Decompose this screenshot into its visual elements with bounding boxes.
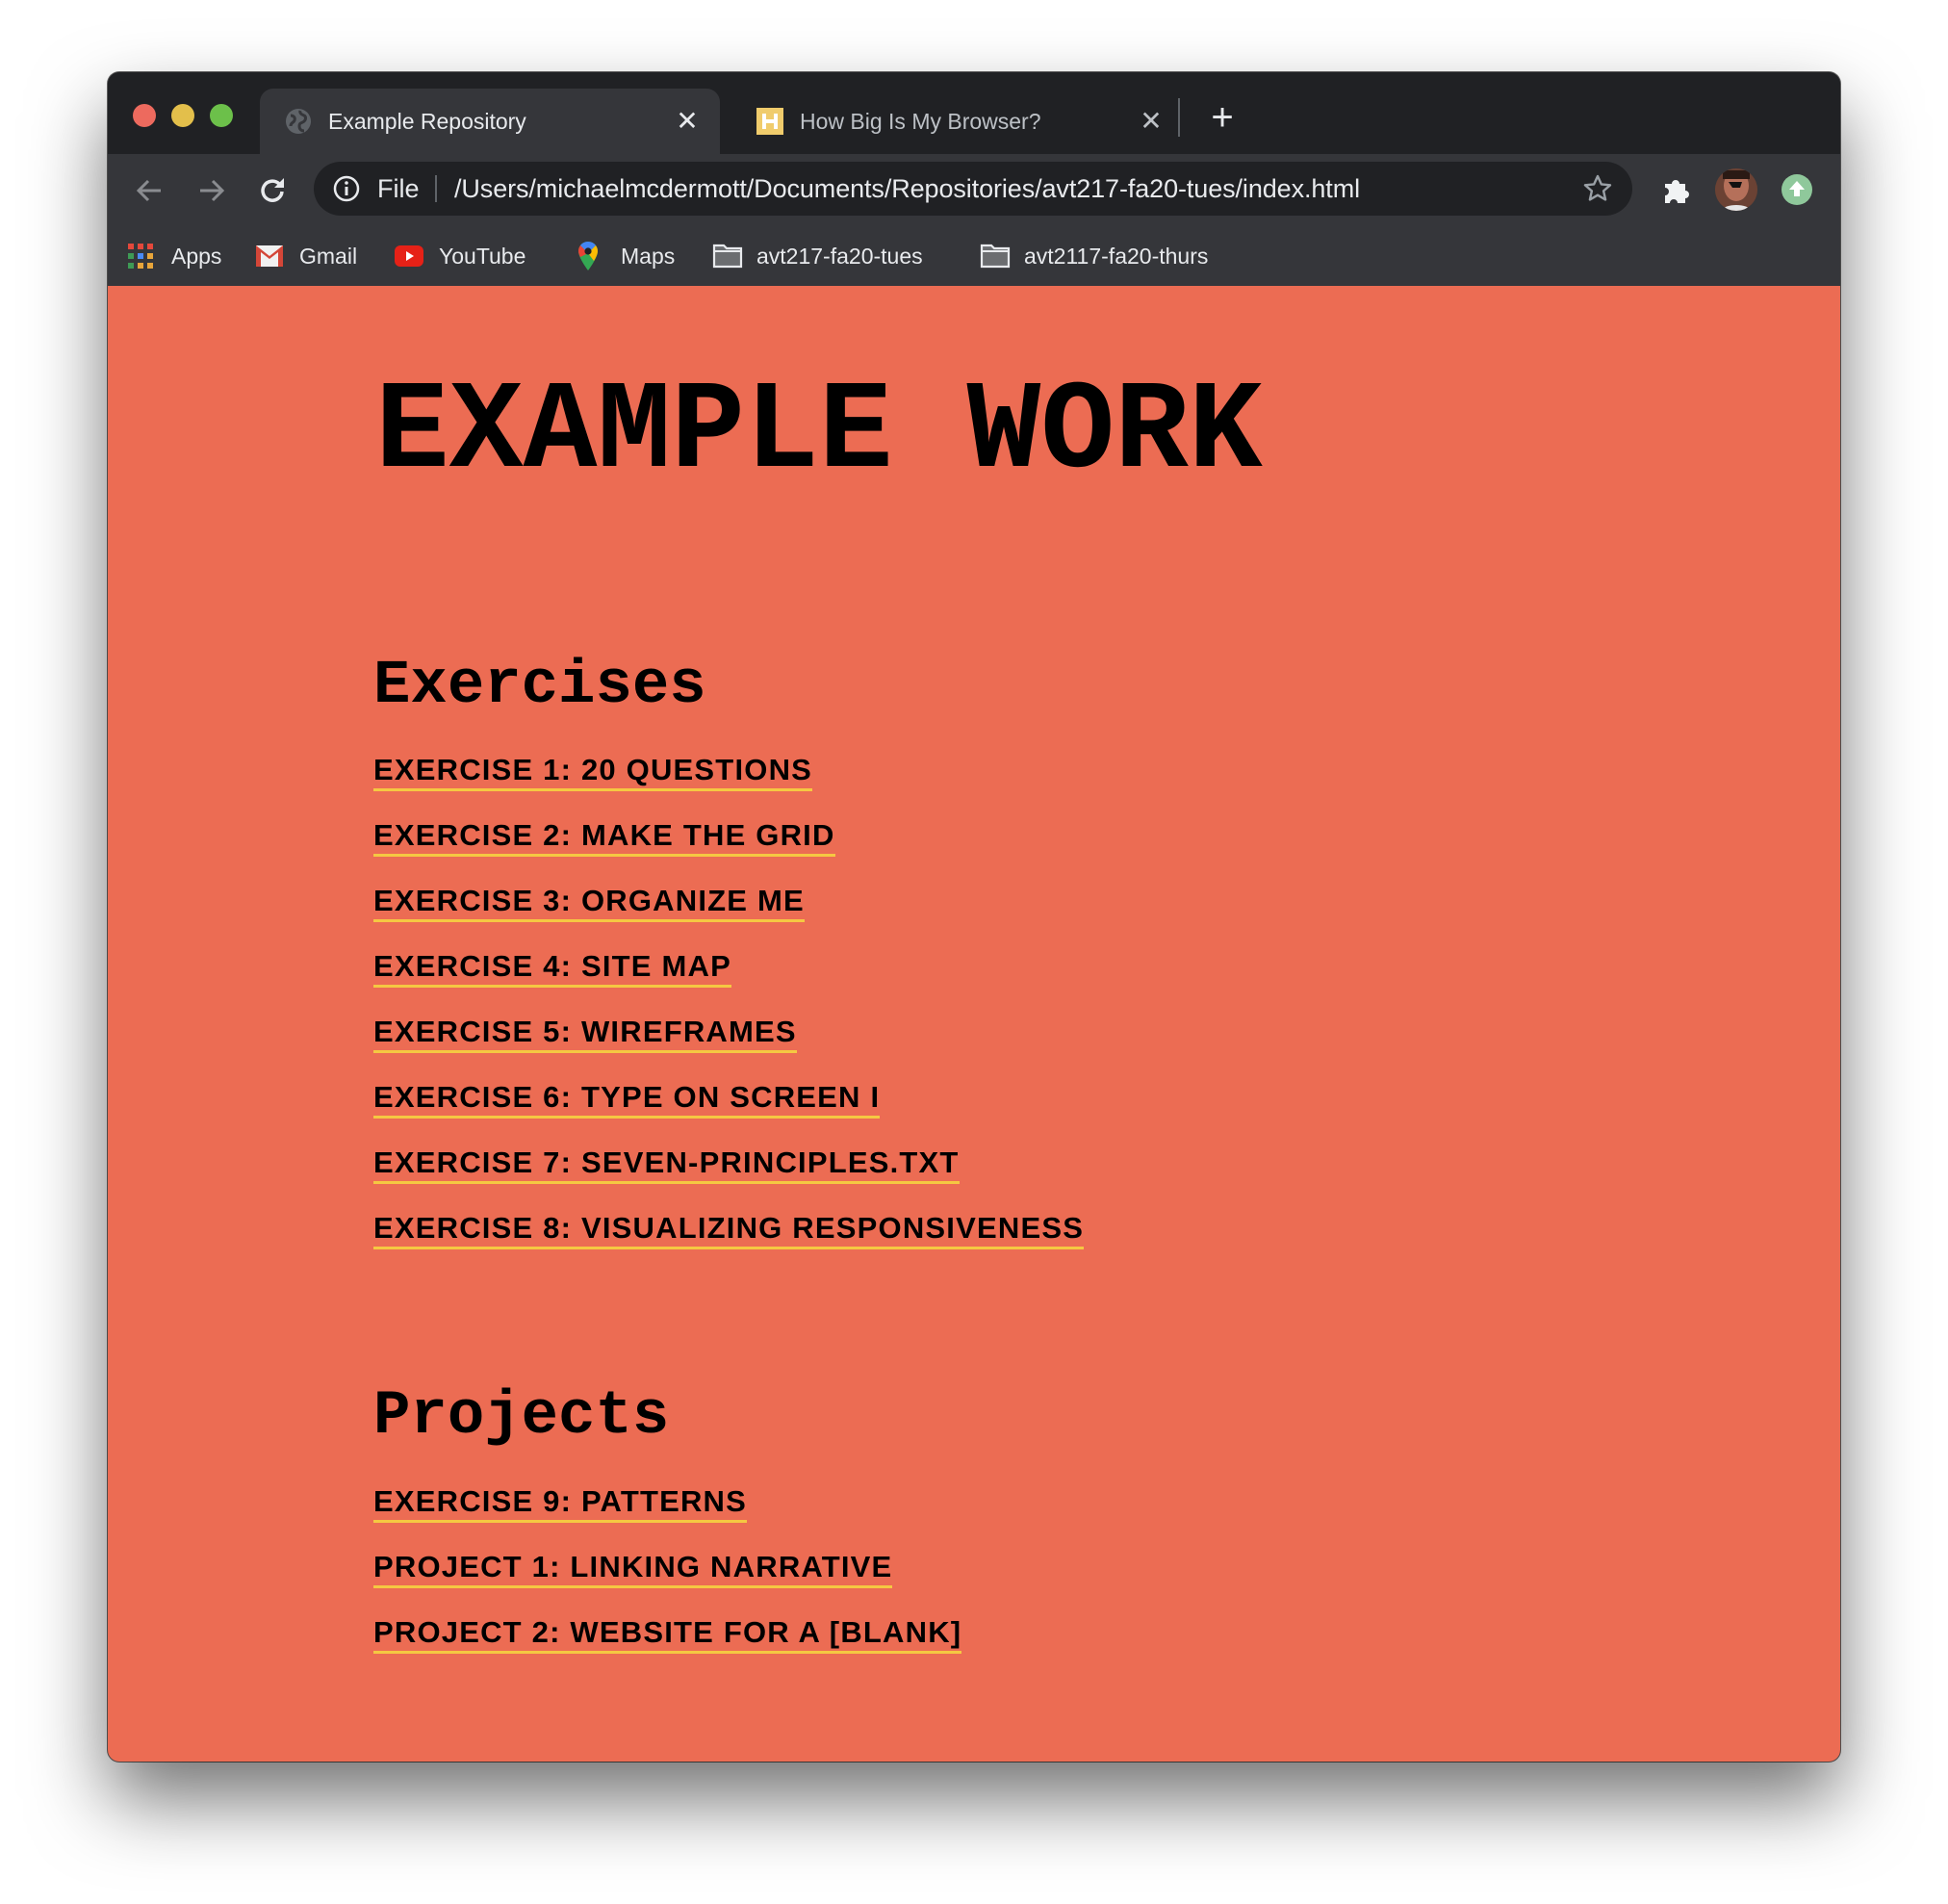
tab-title: Example Repository — [328, 108, 526, 134]
update-arrow-icon[interactable] — [1781, 174, 1812, 205]
bookmark-apps[interactable]: Apps — [127, 226, 221, 286]
page-title: EXAMPLE WORK — [375, 361, 1263, 504]
list-item: EXERCISE 8: VISUALIZING RESPONSIVENESS — [373, 1211, 1085, 1276]
link-exercise-1[interactable]: EXERCISE 1: 20 QUESTIONS — [373, 753, 813, 791]
bookmark-label: avt217-fa20-tues — [756, 243, 923, 269]
maximize-window-button[interactable] — [210, 104, 233, 127]
list-item: PROJECT 1: LINKING NARRATIVE — [373, 1550, 961, 1615]
link-exercise-3[interactable]: EXERCISE 3: ORGANIZE ME — [373, 884, 805, 922]
link-exercise-7[interactable]: EXERCISE 7: SEVEN-PRINCIPLES.TXT — [373, 1145, 960, 1184]
toolbar: File /Users/michaelmcdermott/Documents/R… — [108, 154, 1840, 226]
omnibox-divider — [435, 175, 437, 202]
browser-window: Example Repository ✕ How Big Is My Brows… — [108, 72, 1840, 1762]
back-button[interactable] — [130, 171, 168, 210]
list-item: PROJECT 2: WEBSITE FOR A [BLANK] — [373, 1615, 962, 1681]
new-tab-button[interactable]: + — [1205, 98, 1240, 137]
maps-pin-icon — [577, 242, 603, 270]
forward-arrow-icon — [200, 179, 225, 202]
minimize-window-button[interactable] — [171, 104, 194, 127]
page-content: EXAMPLE WORK Exercises EXERCISE 1: 20 QU… — [108, 286, 1840, 1762]
folder-icon — [712, 243, 743, 270]
gmail-icon — [255, 243, 283, 270]
list-item: EXERCISE 3: ORGANIZE ME — [373, 884, 1084, 949]
bookmark-gmail[interactable]: Gmail — [255, 226, 357, 286]
scheme-label: File — [377, 174, 420, 203]
reload-button[interactable] — [254, 171, 293, 210]
link-project-1[interactable]: PROJECT 1: LINKING NARRATIVE — [373, 1550, 893, 1588]
bookmarks-bar: Apps Gmail YouTube Maps avt217-fa20-tues — [108, 226, 1840, 287]
bookmark-label: Gmail — [299, 243, 358, 269]
extensions-puzzle-icon[interactable] — [1661, 174, 1692, 205]
list-item: EXERCISE 4: SITE MAP — [373, 949, 1084, 1015]
tab-title: How Big Is My Browser? — [800, 108, 1041, 134]
link-project-2[interactable]: PROJECT 2: WEBSITE FOR A [BLANK] — [373, 1615, 962, 1654]
link-exercise-2[interactable]: EXERCISE 2: MAKE THE GRID — [373, 818, 835, 857]
bookmark-folder-tues[interactable]: avt217-fa20-tues — [712, 226, 923, 286]
forward-button[interactable] — [192, 171, 231, 210]
tab-example-repository[interactable]: Example Repository ✕ — [260, 89, 720, 154]
tab-separator — [1178, 98, 1180, 137]
tab-close-icon[interactable]: ✕ — [676, 108, 699, 135]
h-letter-icon — [756, 108, 783, 135]
tab-close-icon[interactable]: ✕ — [1140, 108, 1163, 135]
apps-grid-icon — [127, 243, 154, 270]
bookmark-label: Apps — [171, 243, 222, 269]
close-window-button[interactable] — [133, 104, 156, 127]
link-exercise-9[interactable]: EXERCISE 9: PATTERNS — [373, 1484, 748, 1523]
section-heading-exercises: Exercises — [373, 652, 706, 721]
reload-icon — [261, 178, 284, 202]
bookmark-maps[interactable]: Maps — [577, 226, 675, 286]
link-exercise-4[interactable]: EXERCISE 4: SITE MAP — [373, 949, 731, 988]
exercises-link-list: EXERCISE 1: 20 QUESTIONS EXERCISE 2: MAK… — [373, 753, 1085, 1276]
list-item: EXERCISE 7: SEVEN-PRINCIPLES.TXT — [373, 1145, 1084, 1211]
folder-icon — [980, 243, 1011, 270]
tab-strip: Example Repository ✕ How Big Is My Brows… — [108, 72, 1840, 154]
profile-avatar[interactable] — [1715, 168, 1757, 211]
youtube-icon — [395, 243, 423, 270]
bookmark-label: avt2117-fa20-thurs — [1024, 243, 1209, 269]
address-bar[interactable]: File /Users/michaelmcdermott/Documents/R… — [314, 162, 1632, 216]
list-item: EXERCISE 5: WIREFRAMES — [373, 1015, 1084, 1080]
bookmark-youtube[interactable]: YouTube — [395, 226, 525, 286]
back-arrow-icon — [136, 179, 161, 202]
globe-icon — [285, 108, 312, 135]
info-icon[interactable] — [333, 175, 360, 202]
section-heading-projects: Projects — [373, 1382, 670, 1452]
bookmark-label: YouTube — [439, 243, 526, 269]
bookmark-star-icon[interactable] — [1582, 173, 1613, 204]
bookmark-label: Maps — [621, 243, 676, 269]
link-exercise-6[interactable]: EXERCISE 6: TYPE ON SCREEN I — [373, 1080, 881, 1119]
projects-link-list: EXERCISE 9: PATTERNS PROJECT 1: LINKING … — [373, 1484, 962, 1681]
tab-how-big-is-my-browser[interactable]: How Big Is My Browser? ✕ — [731, 89, 1184, 154]
list-item: EXERCISE 2: MAKE THE GRID — [373, 818, 1084, 884]
link-exercise-5[interactable]: EXERCISE 5: WIREFRAMES — [373, 1015, 797, 1053]
link-exercise-8[interactable]: EXERCISE 8: VISUALIZING RESPONSIVENESS — [373, 1211, 1085, 1249]
url-text[interactable]: /Users/michaelmcdermott/Documents/Reposi… — [454, 174, 1360, 204]
bookmark-folder-thurs[interactable]: avt2117-fa20-thurs — [980, 226, 1208, 286]
list-item: EXERCISE 1: 20 QUESTIONS — [373, 753, 1084, 818]
list-item: EXERCISE 9: PATTERNS — [373, 1484, 961, 1550]
list-item: EXERCISE 6: TYPE ON SCREEN I — [373, 1080, 1084, 1145]
